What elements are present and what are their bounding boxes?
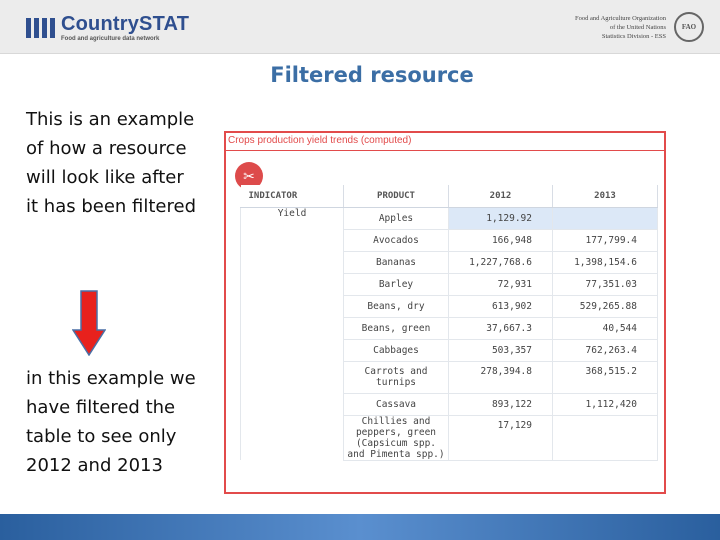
product-cell: Beans, green — [343, 316, 449, 340]
column-header-2012[interactable]: 2012 — [448, 185, 553, 208]
indicator-cell: Yield — [240, 207, 344, 460]
product-cell: Avocados — [343, 228, 449, 252]
resource-title: Crops production yield trends (computed) — [228, 135, 412, 146]
logo-tagline: Food and agriculture data network — [61, 36, 160, 42]
org-line3: Statistics Division - ESS — [601, 32, 666, 40]
column-header-indicator[interactable]: INDICATOR — [240, 185, 344, 208]
value-2012-cell: 37,667.3 — [448, 316, 553, 340]
product-cell: Apples — [343, 206, 449, 230]
table-row[interactable]: Yield Apples 1,129.92 — [240, 206, 658, 460]
value-2012-cell: 17,129 — [448, 414, 553, 461]
value-2012-cell: 278,394.8 — [448, 360, 553, 394]
value-2012-cell: 503,357 — [448, 338, 553, 362]
footer-bar — [0, 514, 720, 540]
value-2013-cell: 77,351.03 — [552, 272, 658, 296]
value-2012-cell: 166,948 — [448, 228, 553, 252]
data-table: INDICATOR PRODUCT 2012 2013 Yield Apples… — [240, 185, 658, 461]
value-2013-cell: 1,398,154.6 — [552, 250, 658, 274]
value-2012-cell: 1,227,768.6 — [448, 250, 553, 274]
resource-screenshot: Crops production yield trends (computed)… — [224, 131, 666, 494]
product-cell: Cassava — [343, 392, 449, 416]
org-line1: Food and Agriculture Organization — [574, 14, 666, 22]
title-divider — [226, 150, 664, 151]
value-2012-cell: 613,902 — [448, 294, 553, 318]
product-cell: Bananas — [343, 250, 449, 274]
product-cell: Barley — [343, 272, 449, 296]
column-header-2013[interactable]: 2013 — [552, 185, 658, 208]
fao-emblem-icon: FAO — [674, 12, 704, 42]
value-2013-cell: 1,112,420 — [552, 392, 658, 416]
value-2013-cell — [552, 414, 658, 461]
value-2013-cell: 529,265.88 — [552, 294, 658, 318]
slide-title: Filtered resource — [270, 63, 474, 87]
countrystat-logo: CountrySTAT Food and agriculture data ne… — [26, 14, 189, 42]
value-2013-cell: 40,544 — [552, 316, 658, 340]
value-2012-cell: 72,931 — [448, 272, 553, 296]
value-2013-cell — [552, 206, 658, 230]
fao-logo: Food and Agriculture Organization of the… — [575, 12, 704, 42]
product-cell: Beans, dry — [343, 294, 449, 318]
value-2012-cell: 893,122 — [448, 392, 553, 416]
product-cell: Carrots and turnips — [343, 360, 449, 394]
logo-bars-icon — [26, 18, 55, 38]
down-arrow-icon — [72, 290, 106, 356]
value-2013-cell: 177,799.4 — [552, 228, 658, 252]
example-text: in this example we have filtered the tab… — [26, 368, 196, 476]
filter-icon: ✂ — [243, 167, 255, 184]
org-line2: of the United Nations — [609, 23, 666, 31]
product-cell: Cabbages — [343, 338, 449, 362]
value-2013-cell: 368,515.2 — [552, 360, 658, 394]
product-cell: Chillies and peppers, green (Capsicum sp… — [343, 414, 449, 461]
value-2012-cell: 1,129.92 — [448, 206, 553, 230]
value-2013-cell: 762,263.4 — [552, 338, 658, 362]
description-text: This is an example of how a resource wil… — [26, 109, 196, 217]
column-header-product[interactable]: PRODUCT — [343, 185, 449, 208]
logo-name: CountrySTAT — [61, 13, 190, 35]
header-bar: CountrySTAT Food and agriculture data ne… — [0, 0, 720, 54]
